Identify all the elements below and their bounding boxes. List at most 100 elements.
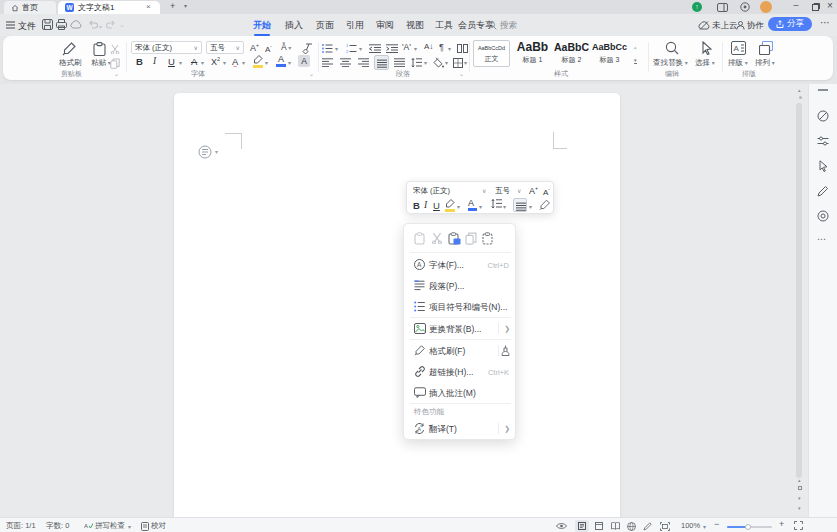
menu-item-paragraph[interactable]: 段落(P)... [404,275,517,296]
borders-dropdown-icon[interactable]: ▾ [464,59,467,66]
paragraph-dialog-launcher[interactable]: ⌄ [459,70,464,77]
ctx-copy-icon[interactable] [465,232,477,245]
zoom-in-button[interactable]: + [779,519,784,529]
browse-object-icon[interactable] [798,486,802,490]
mini-bold[interactable]: B [413,200,420,211]
style-h3-chip[interactable]: AaBbCc 标题 3 [591,40,628,67]
mini-shrink-font[interactable]: A- [543,186,550,197]
font-dialog-launcher[interactable]: ⌄ [309,70,314,77]
zoom-level[interactable]: 100% [681,521,700,530]
layout-mode-icon[interactable] [717,3,728,12]
borders-icon[interactable] [453,58,463,68]
scrollbar-thumb[interactable] [796,103,802,478]
user-avatar[interactable] [760,1,772,13]
spell-check-dropdown[interactable]: ▾ [128,523,131,530]
cut-icon[interactable] [110,44,120,54]
line-spacing-icon[interactable] [411,58,422,68]
view-web-icon[interactable] [627,522,636,531]
style-h2-chip[interactable]: AaBbC 标题 2 [553,40,590,67]
scroll-top-icon[interactable]: ▴ [798,87,801,93]
font-size-select[interactable]: 五号∨ [206,41,244,54]
clipboard-dialog-launcher[interactable]: ⌄ [114,70,119,77]
strikethrough-dropdown-icon[interactable]: ▾ [201,59,204,66]
strikethrough-icon[interactable]: A [191,56,197,67]
bold-icon[interactable]: B [136,56,143,67]
ctx-paste-disabled-icon[interactable] [414,232,427,245]
redo-icon[interactable] [106,20,116,29]
ribbon-tab-page[interactable]: 页面 [316,19,334,32]
save-icon[interactable] [42,19,53,30]
ctx-paste-special-icon[interactable] [482,232,495,245]
increase-indent-icon[interactable] [386,44,398,53]
view-page-button[interactable] [575,520,589,532]
collapse-sidebar-icon[interactable] [818,89,828,91]
typeset-icon[interactable]: A [731,41,746,55]
upgrade-icon[interactable]: ↑ [692,2,702,12]
document-tab[interactable]: W 文字文稿1 [58,1,160,14]
document-page[interactable] [174,93,620,517]
pin-toolbar-icon[interactable] [500,345,511,356]
mini-font-size[interactable]: 五号 [495,186,510,196]
superscript-icon[interactable]: X2 [211,56,220,67]
search-input[interactable]: 搜索 [500,20,517,32]
fullscreen-icon[interactable] [794,521,803,530]
new-tab-icon[interactable]: + [170,1,175,11]
ribbon-tab-insert[interactable]: 插入 [285,19,303,32]
print-icon[interactable] [56,19,67,30]
text-effects-icon[interactable]: A̐ ▾ [281,42,291,52]
more-menu-icon[interactable]: ⋯ [820,17,831,28]
mini-font-color-dropdown[interactable]: ▾ [479,203,482,210]
align-center-icon[interactable] [340,58,351,67]
char-shading-icon[interactable]: A [298,55,310,67]
style-gallery-up-icon[interactable]: ▴ [634,44,637,50]
mini-underline[interactable]: U [433,200,440,211]
eye-protect-icon[interactable] [556,522,567,530]
paste-icon[interactable] [93,42,106,56]
theme-icon[interactable] [817,110,829,122]
sidebar-more-icon[interactable]: ⋯ [817,234,827,244]
text-direction-dropdown-icon[interactable]: ▾ [414,45,417,52]
vertical-scrollbar[interactable]: ▴ ▴ ▾ ▾ [793,84,808,517]
tab-list-icon[interactable]: ▾ [184,2,187,9]
skin-settings-icon[interactable] [740,2,750,12]
menu-item-format-painter[interactable]: 格式刷(F) [404,340,517,361]
pen-tool-icon[interactable] [817,185,829,197]
arrange-label[interactable]: 排列 ▾ [755,58,775,68]
justify-button[interactable] [374,55,389,70]
page-indicator[interactable]: 页面: 1/1 [6,521,36,531]
select-label[interactable]: 选择 ▾ [695,58,715,68]
mini-font-size-dropdown[interactable]: ∨ [517,187,521,194]
close-window-button[interactable]: × [827,0,833,11]
underline-icon[interactable]: U [168,56,175,67]
bullets-icon[interactable] [322,44,333,53]
minimize-button[interactable]: – [791,0,801,11]
ctx-paste-icon[interactable] [448,232,461,245]
select-icon[interactable] [700,41,713,55]
italic-icon[interactable]: I [153,56,156,66]
ribbon-tab-reference[interactable]: 引用 [346,19,364,32]
highlight-dropdown-icon[interactable]: ▾ [265,59,268,66]
mini-font-color[interactable]: A [468,198,477,211]
numbering-dropdown-icon[interactable]: ▾ [359,45,362,52]
menu-item-background[interactable]: 更换背景(B)... ❯ [404,318,517,339]
paragraph-layout-icon[interactable] [198,145,212,159]
clear-format-icon[interactable] [302,43,313,54]
font-color-dropdown-icon[interactable]: ▾ [288,59,291,66]
paste-label[interactable]: 粘贴 ▾ [91,58,111,68]
mini-highlight-dropdown[interactable]: ▾ [457,203,460,210]
ribbon-tab-tools[interactable]: 工具 [435,19,453,32]
line-spacing-dropdown-icon[interactable]: ▾ [424,59,427,66]
align-right-icon[interactable] [358,58,369,67]
properties-icon[interactable] [817,135,829,147]
mini-font-family-dropdown[interactable]: ∨ [482,187,486,194]
mini-align-dropdown[interactable]: ▾ [529,203,532,210]
char-effect-icon[interactable]: A~ [232,56,238,67]
maximize-button[interactable] [812,3,820,11]
align-left-icon[interactable] [322,58,333,67]
edit-mode-icon[interactable] [643,522,652,531]
underline-dropdown-icon[interactable]: ▾ [179,59,182,66]
zoom-dropdown[interactable]: ▾ [703,523,706,530]
mini-font-family[interactable]: 宋体 (正文) [413,186,450,196]
prev-page-icon[interactable]: ▴ [798,477,801,483]
mini-format-painter[interactable] [539,199,551,211]
